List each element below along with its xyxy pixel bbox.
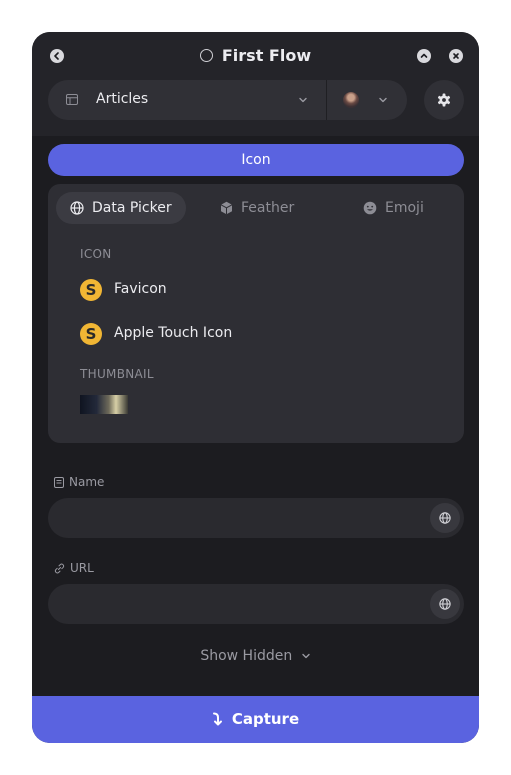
globe-button[interactable] xyxy=(430,503,460,533)
tab-data-picker[interactable]: Data Picker xyxy=(56,192,186,224)
globe-button[interactable] xyxy=(430,589,460,619)
text-field-icon xyxy=(54,477,64,488)
globe-icon xyxy=(439,512,451,524)
globe-icon xyxy=(439,598,451,610)
thumbnail-image[interactable] xyxy=(80,395,128,414)
header: First Flow Articles xyxy=(32,32,479,136)
tab-feather[interactable]: Feather xyxy=(220,192,294,224)
name-label: Name xyxy=(54,475,104,489)
section-label-thumbnail: THUMBNAIL xyxy=(80,367,154,381)
name-field[interactable] xyxy=(48,498,464,538)
close-icon[interactable] xyxy=(449,49,463,63)
chevron-down-icon xyxy=(299,97,307,103)
list-item[interactable]: S Favicon xyxy=(80,279,280,303)
link-icon xyxy=(54,563,65,574)
url-label: URL xyxy=(54,561,94,575)
window-title: First Flow xyxy=(32,44,479,68)
collection-label: Articles xyxy=(96,91,149,107)
show-hidden-button[interactable]: Show Hidden xyxy=(32,648,479,664)
tab-emoji[interactable]: Emoji xyxy=(363,192,424,224)
gear-icon xyxy=(437,93,451,107)
table-icon xyxy=(66,94,78,105)
collection-dropdown[interactable]: Articles xyxy=(48,80,326,120)
globe-icon xyxy=(70,201,84,215)
settings-button[interactable] xyxy=(424,80,464,120)
account-dropdown[interactable] xyxy=(327,80,407,120)
smiley-icon xyxy=(363,201,377,215)
tab-icon[interactable]: Icon xyxy=(48,144,464,176)
capture-button[interactable]: Capture xyxy=(32,696,479,743)
collapse-icon[interactable] xyxy=(417,49,431,63)
capture-panel: First Flow Articles Icon Data Picker Fea… xyxy=(32,32,479,743)
list-item[interactable]: S Apple Touch Icon xyxy=(80,323,280,347)
collection-selector: Articles xyxy=(48,80,407,120)
cube-icon xyxy=(220,201,233,215)
circle-icon xyxy=(199,49,213,62)
arrow-turn-down-icon xyxy=(212,712,222,726)
avatar xyxy=(343,92,359,108)
section-label-icon: ICON xyxy=(80,247,112,261)
icon-picker: Data Picker Feather Emoji ICON S Favicon… xyxy=(48,184,464,443)
source-badge-icon: S xyxy=(80,279,102,301)
chevron-down-icon xyxy=(379,97,387,103)
url-field[interactable] xyxy=(48,584,464,624)
source-badge-icon: S xyxy=(80,323,102,345)
chevron-down-icon xyxy=(301,653,310,659)
